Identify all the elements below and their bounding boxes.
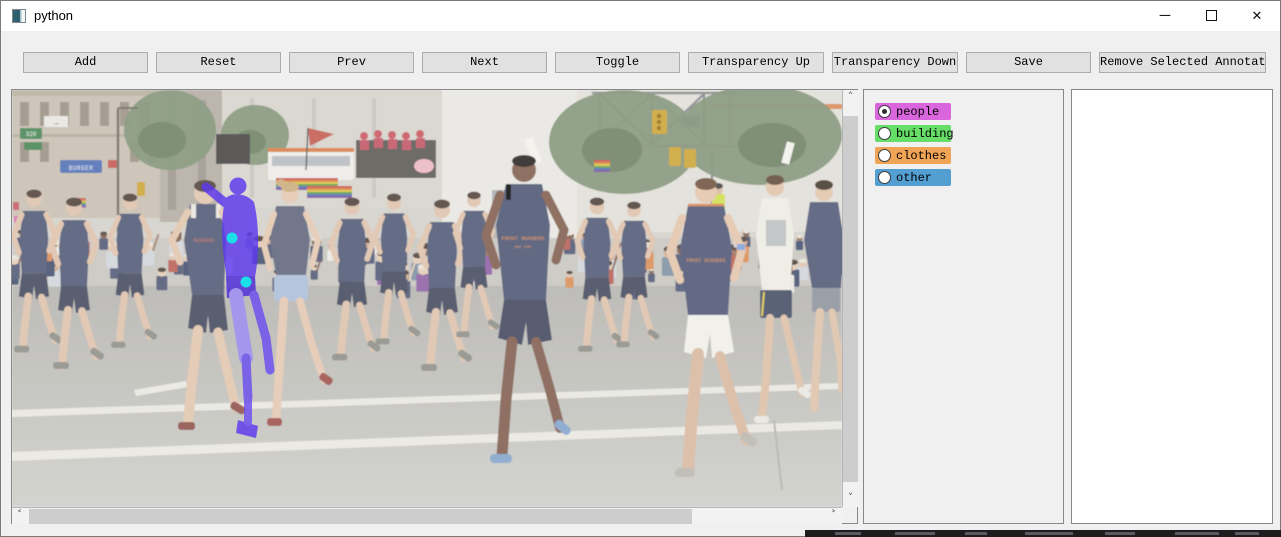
- minimize-button[interactable]: ─: [1142, 1, 1188, 31]
- window-title: python: [34, 1, 73, 31]
- annotation-point[interactable]: [227, 233, 238, 244]
- scrollbar-corner: [842, 507, 857, 523]
- radio-icon[interactable]: [878, 171, 891, 184]
- scroll-left-icon[interactable]: ˂: [12, 508, 27, 523]
- minimize-icon: ─: [1160, 7, 1171, 24]
- class-option-other[interactable]: other: [875, 169, 951, 186]
- toggle-button[interactable]: Toggle: [555, 52, 680, 73]
- horizontal-scrollbar-thumb[interactable]: [29, 509, 692, 524]
- transparency-down-button[interactable]: Transparency Down: [832, 52, 958, 73]
- next-button[interactable]: Next: [422, 52, 547, 73]
- maximize-icon: [1206, 10, 1217, 21]
- radio-icon[interactable]: [878, 149, 891, 162]
- vertical-scrollbar-thumb[interactable]: [843, 116, 858, 482]
- add-button[interactable]: Add: [23, 52, 148, 73]
- scroll-down-icon[interactable]: ˅: [843, 491, 858, 506]
- image-canvas[interactable]: BURGER 320 →: [12, 90, 842, 507]
- app-icon: [12, 9, 26, 23]
- horizontal-scrollbar[interactable]: ˂ ˃: [12, 507, 842, 524]
- transparency-haze: [12, 90, 842, 507]
- class-label: other: [896, 171, 932, 185]
- close-button[interactable]: ✕: [1234, 1, 1280, 31]
- vertical-scrollbar[interactable]: ˄ ˅: [842, 90, 858, 507]
- class-selector-panel: people building clothes other: [863, 89, 1064, 524]
- class-label: clothes: [896, 149, 946, 163]
- canvas-frame: BURGER 320 →: [11, 89, 858, 524]
- class-label: people: [896, 105, 939, 119]
- taskbar-sliver: [805, 530, 1281, 537]
- annotation-point[interactable]: [241, 277, 252, 288]
- class-option-building[interactable]: building: [875, 125, 951, 142]
- reset-button[interactable]: Reset: [156, 52, 281, 73]
- close-icon: ✕: [1252, 8, 1263, 23]
- remove-selected-annotations-button[interactable]: Remove Selected Annotations: [1099, 52, 1266, 73]
- annotation-list: [1072, 90, 1272, 94]
- scroll-up-icon[interactable]: ˄: [843, 90, 858, 105]
- annotation-listbox[interactable]: [1071, 89, 1273, 524]
- scroll-right-icon[interactable]: ˃: [826, 508, 841, 523]
- app-window: python ─ ✕ Add Reset Prev Next Toggle Tr…: [0, 0, 1281, 537]
- radio-icon[interactable]: [878, 105, 891, 118]
- radio-icon[interactable]: [878, 127, 891, 140]
- title-bar: python ─ ✕: [1, 1, 1280, 31]
- class-label: building: [896, 127, 954, 141]
- class-option-people[interactable]: people: [875, 103, 951, 120]
- maximize-button[interactable]: [1188, 1, 1234, 31]
- transparency-up-button[interactable]: Transparency Up: [688, 52, 824, 73]
- toolbar: Add Reset Prev Next Toggle Transparency …: [23, 52, 1266, 73]
- prev-button[interactable]: Prev: [289, 52, 414, 73]
- class-option-clothes[interactable]: clothes: [875, 147, 951, 164]
- save-button[interactable]: Save: [966, 52, 1091, 73]
